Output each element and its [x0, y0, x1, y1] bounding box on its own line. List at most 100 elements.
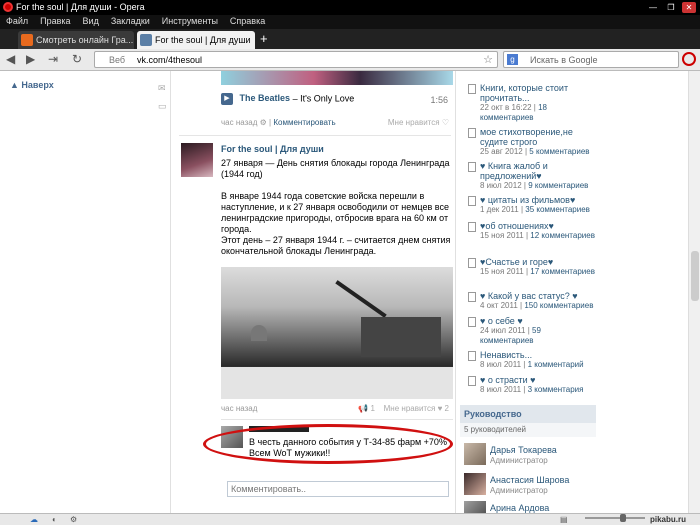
- audio-title: – It's Only Love: [292, 93, 355, 104]
- audio-artist[interactable]: The Beatles: [240, 93, 291, 103]
- scrollbar[interactable]: [688, 71, 700, 513]
- menu-help[interactable]: Справка: [224, 15, 271, 29]
- note-item[interactable]: ♥Счастье и горе♥ 15 ноя 2011 | 17 коммент…: [468, 257, 596, 277]
- note-icon: [468, 292, 476, 302]
- post-body-2: Этот день – 27 января 1944 г. – считаетс…: [221, 235, 451, 256]
- chat-icon[interactable]: ▭: [158, 101, 167, 112]
- leader-avatar[interactable]: [464, 443, 486, 465]
- turbo-icon[interactable]: ⚙: [70, 515, 77, 524]
- menu-view[interactable]: Вид: [77, 15, 105, 29]
- site-favicon-icon: [21, 34, 33, 46]
- navigation-bar: ◀ ▶ ⇥ ↻ Веб vk.com/4thesoul ☆ g Искать в…: [0, 49, 700, 71]
- play-icon[interactable]: ▶: [221, 93, 233, 105]
- prev-post-meta: час назад ⚙ | Комментировать: [221, 118, 336, 127]
- audio-track[interactable]: ▶ The Beatles – It's Only Love 1:56: [221, 93, 453, 105]
- note-icon: [468, 128, 476, 138]
- zoom-slider[interactable]: [585, 517, 645, 519]
- menu-file[interactable]: Файл: [0, 15, 34, 29]
- note-icon: [468, 258, 476, 268]
- post-body-1: В январе 1944 года советские войска пере…: [221, 191, 449, 234]
- search-placeholder: Искать в Google: [530, 55, 598, 65]
- note-item[interactable]: ♥ Книга жалоб и предложений♥ 8 июл 2012 |…: [468, 161, 596, 191]
- cloud-icon[interactable]: ☁: [30, 515, 38, 524]
- post-text: 27 января — День снятия блокады города Л…: [221, 158, 453, 257]
- close-icon[interactable]: ✕: [682, 2, 696, 13]
- community-avatar[interactable]: [181, 143, 213, 177]
- leaders-heading[interactable]: Руководство: [460, 405, 596, 423]
- menu-tools[interactable]: Инструменты: [156, 15, 224, 29]
- post-photo[interactable]: [221, 267, 453, 399]
- photo-crane: [335, 280, 387, 318]
- window-controls: — ❐ ✕: [646, 2, 696, 13]
- comment-link[interactable]: Комментировать: [273, 118, 335, 127]
- back-to-top-link[interactable]: ▲ Наверх: [10, 80, 54, 90]
- opera-logo-icon: [3, 2, 13, 12]
- tab-label: Смотреть онлайн Гра...: [36, 35, 134, 45]
- note-item[interactable]: ♥ о страсти ♥ 8 июл 2011 | 3 комментария: [468, 375, 596, 395]
- photo-building: [361, 317, 441, 357]
- like-button[interactable]: Мне нравится ♥ 2: [384, 404, 449, 413]
- tab-for-the-soul[interactable]: For the soul | Для души: [137, 31, 255, 49]
- mail-icon[interactable]: ✉: [158, 83, 166, 94]
- previous-post-image: [221, 71, 453, 85]
- note-item[interactable]: мое стихотворение,не судите строго 25 авг…: [468, 127, 596, 157]
- status-bar: ☁ ◐ ⚙ ▤ pikabu.ru: [0, 513, 700, 525]
- speed-dial-icon[interactable]: ◐: [52, 515, 57, 524]
- bookmark-star-icon[interactable]: ☆: [483, 53, 493, 66]
- note-item[interactable]: Книги, которые стоит прочитать... 22 окт …: [468, 83, 596, 123]
- post-time[interactable]: час назад: [221, 404, 257, 413]
- note-item[interactable]: ♥ Какой у вас статус? ♥ 4 окт 2011 | 150 …: [468, 291, 596, 311]
- right-column: Книги, которые стоит прочитать... 22 окт …: [460, 71, 596, 513]
- note-icon: [468, 317, 476, 327]
- view-icon[interactable]: ▤: [560, 515, 568, 524]
- wall-feed: ▶ The Beatles – It's Only Love 1:56 час …: [170, 71, 456, 513]
- audio-duration: 1:56: [430, 95, 448, 105]
- leader-avatar[interactable]: [464, 501, 486, 513]
- menu-edit[interactable]: Правка: [34, 15, 76, 29]
- menu-bar: Файл Правка Вид Закладки Инструменты Спр…: [0, 15, 700, 29]
- highlight-ellipse: [203, 424, 453, 464]
- note-icon: [468, 196, 476, 206]
- minimize-icon[interactable]: —: [646, 2, 660, 13]
- watermark: pikabu.ru: [650, 515, 687, 524]
- reload-icon[interactable]: ↻: [72, 52, 82, 66]
- photo-dome: [251, 325, 267, 341]
- window-title: For the soul | Для души - Opera: [16, 2, 145, 12]
- address-bar[interactable]: Веб vk.com/4thesoul ☆: [94, 51, 498, 68]
- gear-icon[interactable]: ⚙: [260, 118, 267, 127]
- url-text: vk.com/4thesoul: [137, 55, 203, 65]
- note-icon: [468, 162, 476, 172]
- note-item[interactable]: ♥ о себе ♥ 24 июл 2011 | 59 комментариев: [468, 316, 596, 346]
- note-item[interactable]: ♥ цитаты из фильмов♥ 1 дек 2011 | 35 комм…: [468, 195, 596, 215]
- scheme-label: Веб: [109, 55, 126, 65]
- post-heading: 27 января — День снятия блокады города Л…: [221, 158, 450, 179]
- tab-movie[interactable]: Смотреть онлайн Гра...: [18, 31, 134, 49]
- repost-button[interactable]: 📢 1: [358, 404, 375, 413]
- comment-input[interactable]: Комментировать..: [227, 481, 449, 497]
- maximize-icon[interactable]: ❐: [664, 2, 678, 13]
- scrollbar-thumb[interactable]: [691, 251, 699, 301]
- note-item[interactable]: Ненависть... 8 июл 2011 | 1 комментарий: [468, 350, 596, 370]
- menu-bookmarks[interactable]: Закладки: [105, 15, 156, 29]
- note-icon: [468, 376, 476, 386]
- note-icon: [468, 222, 476, 232]
- opera-menu-icon[interactable]: [682, 52, 696, 66]
- photo-snow: [221, 367, 453, 399]
- note-item[interactable]: ♥об отношениях♥ 15 ноя 2011 | 12 коммента…: [468, 221, 596, 241]
- note-icon: [468, 351, 476, 361]
- tab-label: For the soul | Для души: [155, 35, 251, 45]
- forward-icon[interactable]: ▶: [26, 52, 35, 66]
- leaders-count[interactable]: 5 руководителей: [460, 423, 596, 437]
- google-icon: g: [507, 54, 518, 65]
- tab-bar: ⬒ Смотреть онлайн Гра... For the soul | …: [0, 29, 700, 73]
- page-viewport: ▲ Наверх ✉ ▭ ▶ The Beatles – It's Only L…: [0, 71, 688, 513]
- search-box[interactable]: g Искать в Google: [503, 51, 679, 68]
- leader-avatar[interactable]: [464, 473, 486, 495]
- post-author[interactable]: For the soul | Для души: [221, 144, 324, 154]
- fast-forward-icon[interactable]: ⇥: [48, 52, 58, 66]
- prev-like-button[interactable]: Мне нравится ♡: [388, 118, 449, 127]
- zoom-slider-knob[interactable]: [620, 514, 626, 522]
- divider: [221, 419, 453, 420]
- new-tab-icon[interactable]: +: [260, 31, 268, 46]
- back-icon[interactable]: ◀: [6, 52, 15, 66]
